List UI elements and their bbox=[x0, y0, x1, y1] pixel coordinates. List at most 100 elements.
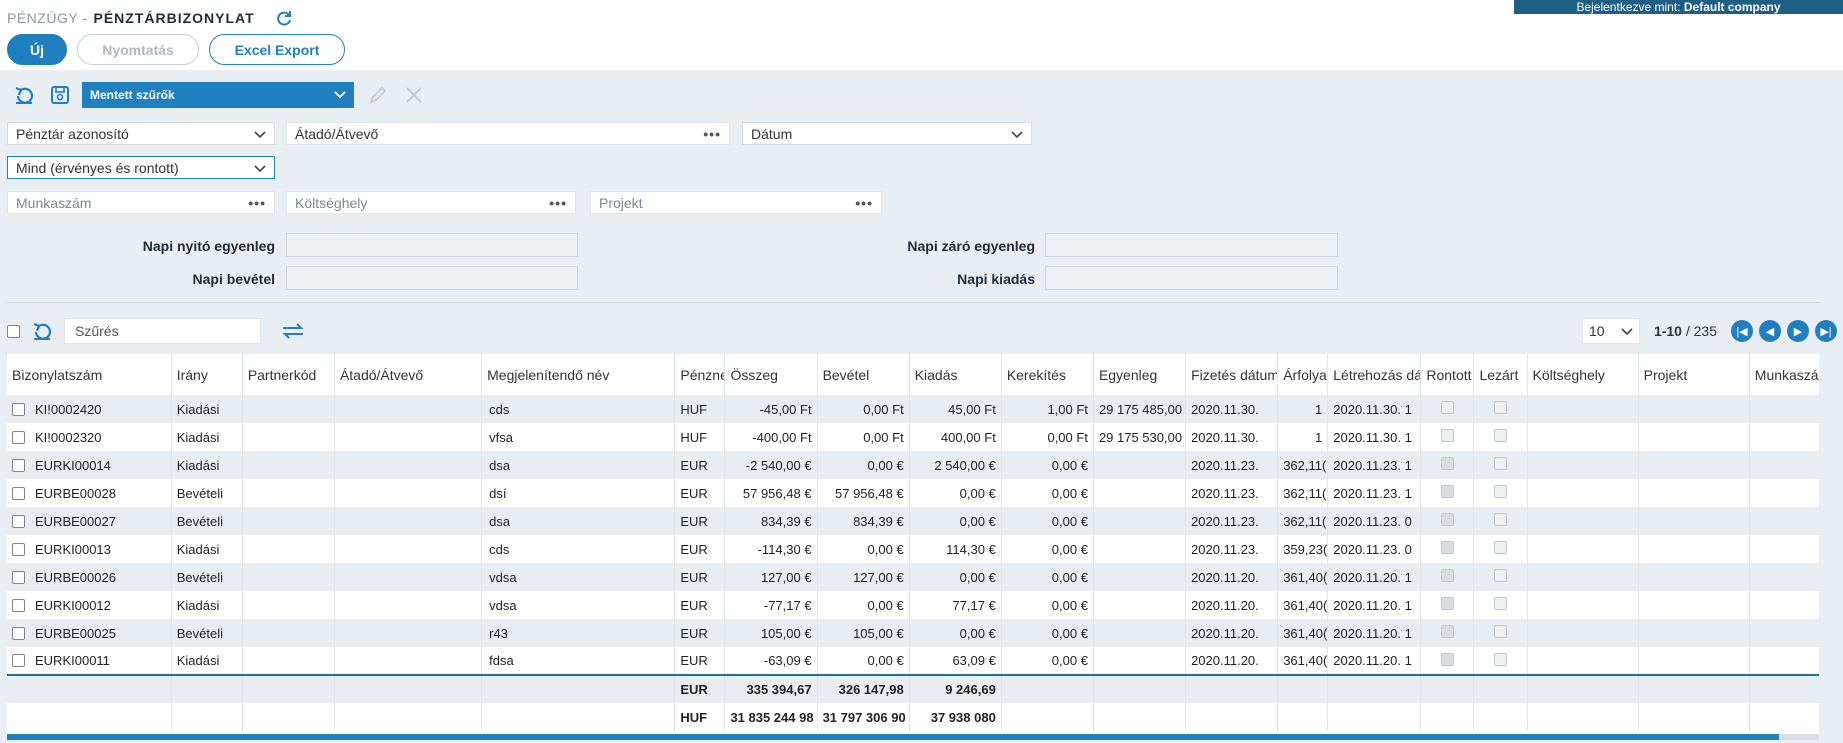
horizontal-scrollbar[interactable] bbox=[7, 734, 1819, 740]
page-size-select[interactable]: 10 bbox=[1581, 318, 1640, 344]
edit-filter-icon[interactable] bbox=[366, 83, 390, 107]
column-header[interactable]: Létrehozás dátuma bbox=[1327, 354, 1422, 395]
closed-cell bbox=[1473, 591, 1528, 619]
scrollbar-thumb[interactable] bbox=[7, 734, 1779, 740]
refresh-icon[interactable] bbox=[275, 9, 293, 27]
row-checkbox[interactable] bbox=[12, 402, 25, 416]
row-checkbox[interactable] bbox=[12, 570, 25, 584]
table-row[interactable]: EURKI00012 Kiadási vdsa EUR -77,17 €0,00 €77… bbox=[7, 591, 1819, 619]
currency-cell: EUR bbox=[674, 619, 726, 647]
partner-code-cell bbox=[242, 451, 335, 479]
validity-select[interactable]: Mind (érvényes és rontott) bbox=[7, 156, 275, 179]
doc-number: EURBE00028 bbox=[35, 485, 116, 501]
next-page-icon[interactable]: ▶ bbox=[1787, 320, 1809, 342]
column-header[interactable]: Összeg bbox=[724, 354, 818, 395]
readonly-checkbox bbox=[1440, 597, 1454, 610]
voided-cell bbox=[1420, 591, 1475, 619]
readonly-checkbox bbox=[1440, 652, 1454, 666]
row-checkbox[interactable] bbox=[12, 514, 25, 528]
column-header[interactable]: Költséghely bbox=[1527, 354, 1639, 395]
table-row[interactable]: EURKI00013 Kiadási cds EUR -114,30 €0,00 €11… bbox=[7, 535, 1819, 563]
income-cell: 0,00 Ft bbox=[817, 395, 910, 423]
amount-cell: -114,30 € bbox=[724, 535, 818, 563]
saved-filters-select[interactable]: Mentett szűrők bbox=[82, 82, 354, 108]
more-icon[interactable]: ••• bbox=[248, 195, 266, 211]
column-header[interactable]: Projekt bbox=[1638, 354, 1750, 395]
prev-page-icon[interactable]: ◀ bbox=[1759, 320, 1781, 342]
reset-filter-icon[interactable] bbox=[12, 83, 36, 107]
filter-toolbar: Mentett szűrők bbox=[12, 82, 426, 108]
table-row[interactable]: EURBE00025 Bevételi r43 EUR 105,00 €105,00 €… bbox=[7, 619, 1819, 647]
readonly-checkbox bbox=[1440, 513, 1454, 526]
delete-filter-icon[interactable] bbox=[402, 83, 426, 107]
column-header[interactable]: Árfolyam bbox=[1277, 354, 1329, 395]
table-row[interactable]: EURBE00026 Bevételi vdsa EUR 127,00 €127,00 … bbox=[7, 563, 1819, 591]
row-checkbox[interactable] bbox=[12, 458, 25, 472]
project-field[interactable]: Projekt ••• bbox=[590, 191, 882, 214]
column-header[interactable]: Egyenleg bbox=[1093, 354, 1187, 395]
column-header[interactable]: Partnerkód bbox=[242, 354, 335, 395]
more-icon[interactable]: ••• bbox=[855, 195, 873, 211]
closing-balance-label: Napi záró egyenleg bbox=[907, 238, 1035, 254]
column-header[interactable]: Megjelenítendő név bbox=[481, 354, 676, 395]
readonly-checkbox bbox=[1493, 429, 1507, 442]
work-number-field[interactable]: Munkaszám ••• bbox=[7, 191, 275, 214]
row-checkbox[interactable] bbox=[12, 542, 25, 556]
table-row[interactable]: EURKI00011 Kiadási fdsa EUR -63,09 €0,00 €63… bbox=[7, 647, 1819, 675]
grid-search-input[interactable]: Szűrés bbox=[64, 318, 261, 344]
swap-icon[interactable] bbox=[281, 319, 305, 343]
first-page-icon[interactable]: |◀ bbox=[1731, 320, 1753, 342]
expense-cell: 0,00 € bbox=[909, 619, 1002, 647]
row-checkbox[interactable] bbox=[12, 626, 25, 640]
reset-grid-icon[interactable] bbox=[30, 319, 54, 343]
table-row[interactable]: EURBE00028 Bevételi dsí EUR 57 956,48 €57 95… bbox=[7, 479, 1819, 507]
work-number-cell bbox=[1749, 451, 1819, 479]
column-header[interactable]: Munkaszám bbox=[1749, 354, 1819, 395]
readonly-checkbox bbox=[1493, 401, 1507, 414]
column-header[interactable]: Rontott bbox=[1420, 354, 1475, 395]
chevron-down-icon bbox=[254, 160, 266, 176]
column-header[interactable]: Kerekítés bbox=[1001, 354, 1094, 395]
project-cell bbox=[1638, 395, 1750, 423]
save-filter-icon[interactable] bbox=[48, 83, 72, 107]
more-icon[interactable]: ••• bbox=[549, 195, 567, 211]
work-number-cell bbox=[1749, 591, 1819, 619]
select-all-checkbox[interactable] bbox=[7, 324, 20, 338]
cashbox-select[interactable]: Pénztár azonosító bbox=[7, 122, 275, 145]
rounding-cell: 0,00 € bbox=[1001, 619, 1094, 647]
row-checkbox[interactable] bbox=[12, 654, 25, 667]
empty-cell bbox=[481, 674, 676, 703]
date-select[interactable]: Dátum bbox=[742, 122, 1032, 145]
row-checkbox[interactable] bbox=[12, 598, 25, 612]
cost-center-field[interactable]: Költséghely ••• bbox=[286, 191, 576, 214]
table-row[interactable]: KI!0002320 Kiadási vfsa HUF -400,00 Ft 0,00 F… bbox=[7, 423, 1819, 451]
table-row[interactable]: EURBE00027 Bevételi dsa EUR 834,39 €834,39 €… bbox=[7, 507, 1819, 535]
direction-cell: Kiadási bbox=[171, 451, 243, 479]
table-row[interactable]: EURKI00014 Kiadási dsa EUR -2 540,00 €0,00 €… bbox=[7, 451, 1819, 479]
column-header[interactable]: Fizetés dátuma bbox=[1185, 354, 1279, 395]
column-header[interactable]: Pénznem bbox=[674, 354, 726, 395]
column-header[interactable]: Lezárt bbox=[1473, 354, 1528, 395]
column-header[interactable]: Irány bbox=[171, 354, 243, 395]
column-header[interactable]: Bevétel bbox=[817, 354, 910, 395]
total-amount: 31 835 244 98 bbox=[724, 703, 818, 731]
table-row[interactable]: KI!0002420 Kiadási cds HUF -45,00 Ft 0,00 Ft 4… bbox=[7, 395, 1819, 423]
giver-receiver-field[interactable]: Átadó/Átvevő ••• bbox=[286, 122, 730, 145]
doc-number: EURKI00014 bbox=[35, 457, 111, 473]
more-icon[interactable]: ••• bbox=[703, 126, 721, 142]
cost-center-placeholder: Költséghely bbox=[295, 194, 368, 211]
cashbox-select-label: Pénztár azonosító bbox=[16, 125, 129, 142]
new-button[interactable]: Új bbox=[7, 34, 67, 65]
payment-date-cell: 2020.11.20. bbox=[1185, 591, 1279, 619]
row-checkbox[interactable] bbox=[12, 430, 25, 444]
column-header[interactable]: Bizonylatszám bbox=[7, 354, 172, 395]
print-button[interactable]: Nyomtatás bbox=[77, 34, 199, 65]
work-number-cell bbox=[1749, 619, 1819, 647]
row-checkbox[interactable] bbox=[12, 486, 25, 500]
excel-export-button[interactable]: Excel Export bbox=[209, 34, 345, 65]
last-page-icon[interactable]: ▶| bbox=[1815, 320, 1837, 342]
column-header[interactable]: Kiadás bbox=[909, 354, 1002, 395]
validity-select-label: Mind (érvényes és rontott) bbox=[16, 159, 179, 176]
column-header[interactable]: Átadó/Átvevő bbox=[334, 354, 483, 395]
direction-cell: Kiadási bbox=[171, 647, 243, 675]
